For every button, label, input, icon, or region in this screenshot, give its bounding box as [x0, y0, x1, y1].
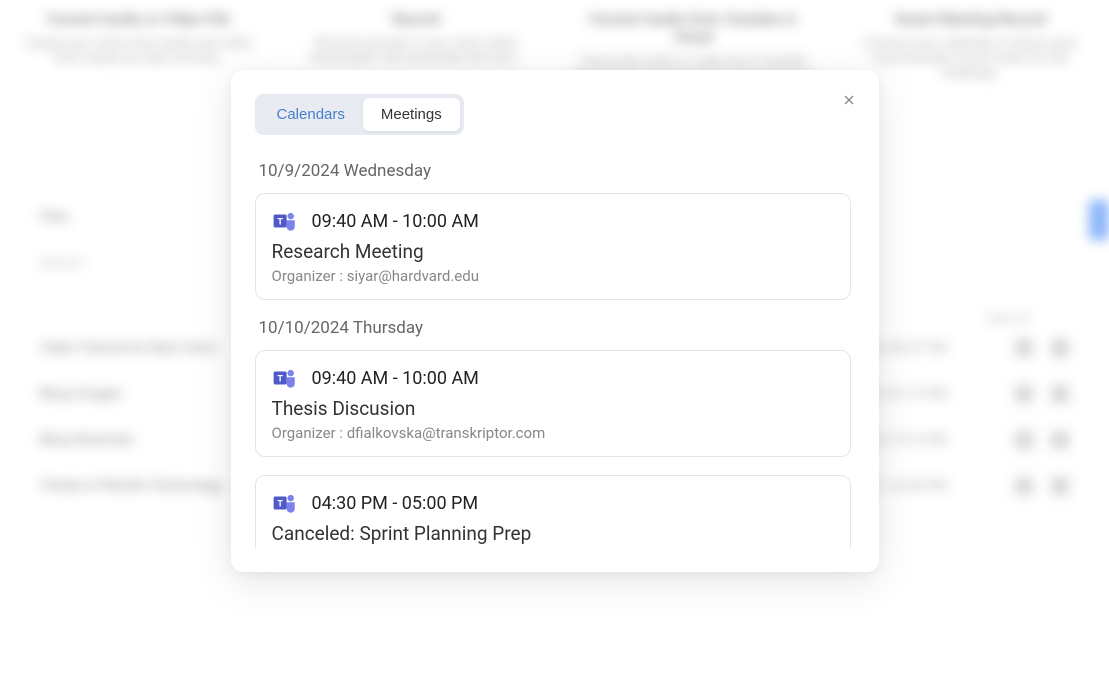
svg-text:T: T [277, 374, 283, 384]
meeting-card[interactable]: T 04:30 PM - 05:00 PM Canceled: Sprint P… [255, 475, 851, 548]
svg-text:T: T [277, 217, 283, 227]
meeting-title: Research Meeting [272, 240, 834, 263]
teams-icon: T [272, 365, 298, 391]
meeting-title: Thesis Discusion [272, 397, 834, 420]
meetings-list[interactable]: 10/9/2024 Wednesday T 09:40 AM - 10:00 A… [255, 153, 855, 548]
close-button[interactable] [837, 88, 861, 112]
teams-icon: T [272, 490, 298, 516]
meeting-title: Canceled: Sprint Planning Prep [272, 522, 834, 545]
tab-group: Calendars Meetings [255, 94, 464, 135]
meetings-modal: Calendars Meetings 10/9/2024 Wednesday T… [231, 70, 879, 572]
meeting-card[interactable]: T 09:40 AM - 10:00 AM Research Meeting O… [255, 193, 851, 300]
day-header: 10/10/2024 Thursday [259, 318, 851, 338]
close-icon [841, 92, 857, 108]
tab-calendars[interactable]: Calendars [259, 98, 363, 131]
day-header: 10/9/2024 Wednesday [259, 161, 851, 181]
modal-overlay: Calendars Meetings 10/9/2024 Wednesday T… [0, 0, 1109, 691]
meeting-time: 04:30 PM - 05:00 PM [312, 493, 479, 514]
meeting-organizer: Organizer : dfialkovska@transkriptor.com [272, 424, 834, 442]
teams-icon: T [272, 208, 298, 234]
svg-text:T: T [277, 499, 283, 509]
meeting-time: 09:40 AM - 10:00 AM [312, 368, 479, 389]
meeting-organizer: Organizer : siyar@hardvard.edu [272, 267, 834, 285]
meeting-time: 09:40 AM - 10:00 AM [312, 211, 479, 232]
meeting-card[interactable]: T 09:40 AM - 10:00 AM Thesis Discusion O… [255, 350, 851, 457]
tab-meetings[interactable]: Meetings [363, 98, 460, 131]
